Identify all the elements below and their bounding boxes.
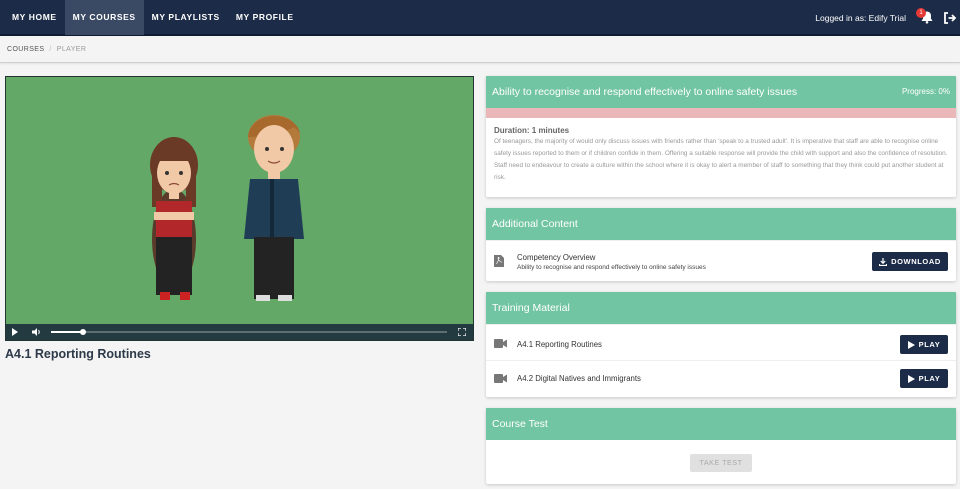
training-item-label: A4.1 Reporting Routines [517, 340, 602, 349]
competency-title: Ability to recognise and respond effecti… [492, 86, 798, 98]
take-test-button[interactable]: TAKE TEST [690, 454, 752, 472]
course-test-card: Course Test TAKE TEST [486, 408, 956, 484]
breadcrumb-courses[interactable]: COURSES [7, 46, 44, 53]
main-nav: MY HOME MY COURSES MY PLAYLISTS MY PROFI… [4, 0, 302, 35]
progress-label: Progress: 0% [901, 87, 950, 96]
play-button[interactable]: PLAY [900, 369, 948, 388]
video-title: A4.1 Reporting Routines [5, 347, 151, 361]
seek-handle[interactable] [79, 329, 86, 335]
additional-content-card: Additional Content Competency Overview A… [486, 208, 956, 281]
top-navbar: MY HOME MY COURSES MY PLAYLISTS MY PROFI… [0, 0, 960, 36]
course-test-body: TAKE TEST [486, 440, 956, 484]
video-camera-icon [494, 374, 507, 383]
competency-overview-title: Competency Overview [517, 253, 596, 262]
fullscreen-icon[interactable] [458, 328, 466, 336]
download-button[interactable]: DOWNLOAD [872, 252, 948, 271]
play-label: PLAY [918, 374, 941, 383]
description-text: Of teenagers, the majority of would only… [494, 138, 948, 181]
training-material-header: Training Material [486, 292, 956, 324]
logout-icon[interactable] [943, 11, 957, 25]
course-test-header: Course Test [486, 408, 956, 440]
additional-content-header: Additional Content [486, 208, 956, 240]
duration-label: Duration: 1 minutes [494, 126, 570, 135]
video-camera-icon [494, 339, 507, 348]
play-icon [907, 374, 915, 383]
download-label: DOWNLOAD [891, 257, 941, 266]
competency-header: Ability to recognise and respond effecti… [486, 76, 956, 108]
list-item: Competency Overview Ability to recognise… [486, 240, 956, 281]
pdf-file-icon [494, 255, 504, 267]
competency-overview-subtitle: Ability to recognise and respond effecti… [517, 264, 706, 271]
download-icon [879, 257, 888, 266]
notification-badge: 1 [916, 8, 926, 18]
competency-card: Ability to recognise and respond effecti… [486, 76, 956, 197]
breadcrumb-player: PLAYER [56, 46, 87, 53]
play-button[interactable]: PLAY [900, 335, 948, 354]
play-label: PLAY [918, 340, 941, 349]
play-icon[interactable] [12, 328, 18, 336]
progress-bar [486, 108, 956, 118]
nav-my-playlists[interactable]: MY PLAYLISTS [144, 0, 228, 35]
boy-figure [244, 115, 304, 301]
nav-my-courses[interactable]: MY COURSES [64, 0, 144, 35]
girl-figure [150, 137, 198, 300]
training-item-label: A4.2 Digital Natives and Immigrants [517, 374, 641, 383]
play-icon [907, 340, 915, 349]
nav-my-home[interactable]: MY HOME [4, 0, 65, 35]
breadcrumb-bar: COURSES / PLAYER [0, 37, 960, 63]
breadcrumb: COURSES / PLAYER [7, 46, 86, 53]
breadcrumb-separator: / [49, 46, 52, 53]
volume-icon[interactable] [32, 328, 42, 336]
video-player[interactable] [5, 76, 474, 341]
video-frame-illustration [150, 115, 304, 301]
logged-in-text: Logged in as: Edify Trial [815, 13, 906, 23]
nav-my-profile[interactable]: MY PROFILE [228, 0, 302, 35]
training-row[interactable]: A4.2 Digital Natives and Immigrants PLAY [486, 360, 956, 396]
player-controls [6, 324, 473, 340]
seek-bar[interactable] [51, 329, 447, 335]
training-row[interactable]: A4.1 Reporting Routines PLAY [486, 324, 956, 360]
competency-description: Duration: 1 minutes Of teenagers, the ma… [486, 118, 956, 184]
seek-progress [51, 331, 83, 333]
training-material-card: Training Material A4.1 Reporting Routine… [486, 292, 956, 397]
